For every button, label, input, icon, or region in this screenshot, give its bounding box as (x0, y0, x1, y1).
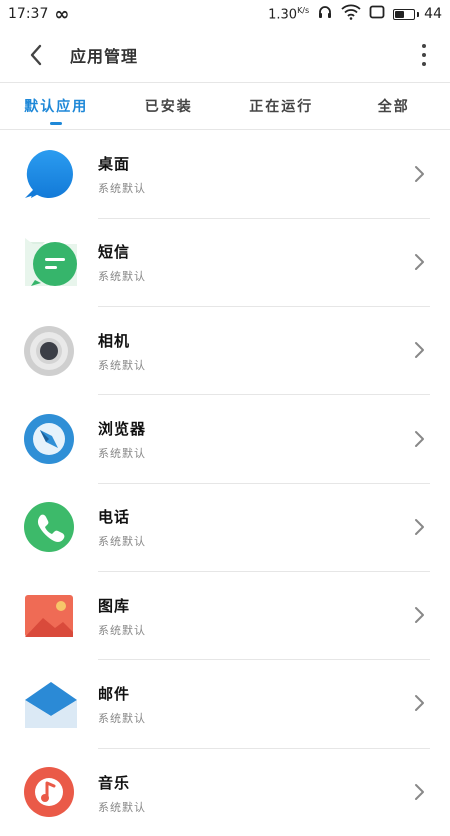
list-item-mail[interactable]: 邮件 系统默认 (0, 660, 450, 748)
gallery-app-icon (23, 590, 75, 642)
wifi-icon (341, 4, 361, 24)
headset-icon (317, 4, 333, 24)
chevron-right-icon (410, 430, 428, 448)
app-name: 短信 (98, 241, 430, 262)
list-item-browser[interactable]: 浏览器 系统默认 (0, 395, 450, 483)
browser-app-icon (23, 413, 75, 465)
app-status: 系统默认 (98, 622, 430, 638)
app-status: 系统默认 (98, 180, 430, 196)
tab-all[interactable]: 全部 (338, 83, 450, 129)
list-item-home[interactable]: 桌面 系统默认 (0, 130, 450, 218)
chevron-right-icon (410, 518, 428, 536)
app-name: 图库 (98, 595, 430, 616)
phone-app-icon (23, 501, 75, 553)
messages-app-icon (23, 236, 75, 288)
screen-icon (369, 5, 385, 23)
app-status: 系统默认 (98, 445, 430, 461)
list-item-messages[interactable]: 短信 系统默认 (0, 218, 450, 306)
app-status: 系统默认 (98, 710, 430, 726)
chevron-right-icon (410, 694, 428, 712)
camera-app-icon (23, 325, 75, 377)
app-name: 相机 (98, 330, 430, 351)
app-name: 桌面 (98, 153, 430, 174)
clock: 17:37 (8, 6, 48, 22)
chevron-right-icon (410, 783, 428, 801)
battery-indicator: 44 (393, 6, 442, 22)
mail-app-icon (23, 678, 75, 730)
music-app-icon (23, 766, 75, 818)
list-item-music[interactable]: 音乐 系统默认 (0, 748, 450, 836)
tab-installed[interactable]: 已安装 (113, 83, 226, 129)
list-item-gallery[interactable]: 图库 系统默认 (0, 571, 450, 659)
app-name: 电话 (98, 506, 430, 527)
app-status: 系统默认 (98, 268, 430, 284)
list-item-camera[interactable]: 相机 系统默认 (0, 307, 450, 395)
chevron-right-icon (410, 341, 428, 359)
tab-default-apps[interactable]: 默认应用 (0, 83, 113, 129)
app-header: 应用管理 (0, 28, 450, 82)
page-title: 应用管理 (70, 43, 412, 67)
app-name: 浏览器 (98, 418, 430, 439)
chevron-left-icon (29, 44, 43, 66)
tab-running[interactable]: 正在运行 (225, 83, 338, 129)
back-button[interactable] (22, 41, 50, 69)
list-item-phone[interactable]: 电话 系统默认 (0, 483, 450, 571)
status-bar: 17:37 ∞ 1.30K/s 44 (0, 0, 450, 28)
more-options-button[interactable] (412, 41, 436, 69)
tab-bar: 默认应用 已安装 正在运行 全部 (0, 82, 450, 130)
network-speed: 1.30K/s (268, 6, 309, 22)
app-status: 系统默认 (98, 357, 430, 373)
app-name: 音乐 (98, 772, 430, 793)
default-app-list: 桌面 系统默认 短信 系统默认 相机 系统默认 (0, 130, 450, 836)
app-status: 系统默认 (98, 799, 430, 815)
chevron-right-icon (410, 606, 428, 624)
app-name: 邮件 (98, 683, 430, 704)
chevron-right-icon (410, 165, 428, 183)
chevron-right-icon (410, 253, 428, 271)
infinity-icon: ∞ (54, 4, 69, 25)
app-status: 系统默认 (98, 533, 430, 549)
home-app-icon (23, 148, 75, 200)
